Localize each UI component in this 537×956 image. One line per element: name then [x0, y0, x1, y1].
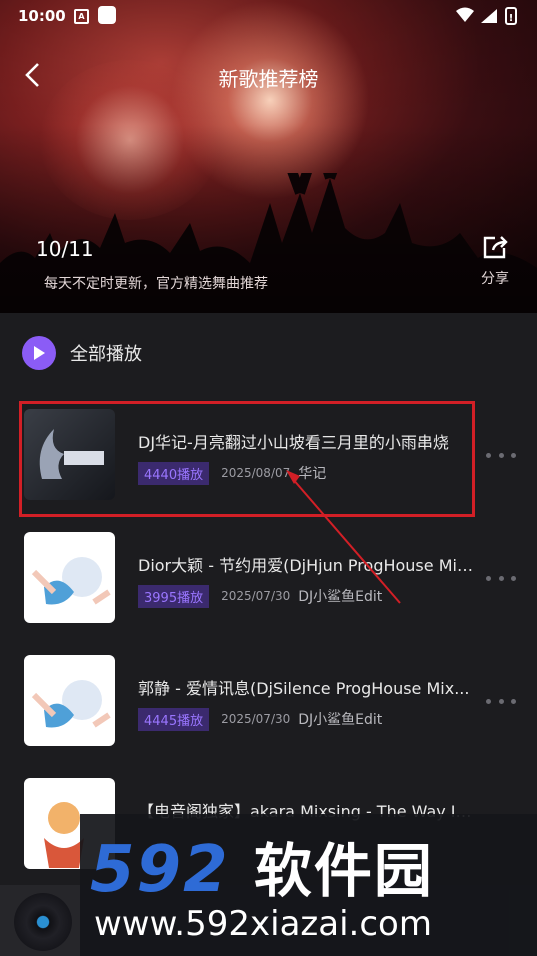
play-all-button[interactable]: 全部播放	[22, 333, 142, 373]
play-count-badge: 4445播放	[138, 707, 210, 731]
more-options-icon[interactable]	[486, 568, 516, 588]
more-options-icon[interactable]	[486, 445, 516, 465]
song-meta: 3995播放 2025/07/30 DJ小鲨鱼Edit	[138, 584, 383, 608]
hero-banner	[0, 0, 537, 313]
watermark-logo: 592 软件园	[90, 824, 434, 908]
status-icons: !	[455, 6, 521, 29]
song-date: 2025/07/30	[221, 589, 291, 603]
share-button[interactable]: 分享	[472, 234, 518, 288]
update-date: 10/11	[36, 237, 94, 261]
hero-shade	[0, 0, 537, 313]
song-row[interactable]: 郭静 - 爱情讯息(DjSilence ProgHouse Mix... 444…	[0, 639, 537, 762]
anime-girl-art-icon	[31, 680, 111, 728]
status-time: 10:00	[18, 7, 66, 25]
song-cover	[24, 655, 115, 746]
page-subtitle: 每天不定时更新，官方精选舞曲推荐	[44, 276, 268, 292]
more-options-icon[interactable]	[486, 691, 516, 711]
notification-icon: A	[74, 9, 89, 24]
play-all-label: 全部播放	[70, 344, 142, 365]
song-artist: DJ小鲨鱼Edit	[298, 712, 383, 728]
song-title: Dior大颖 - 节约用爱(DjHjun ProgHouse Mix...	[138, 556, 474, 575]
watermark: 592 软件园 www.592xiazai.com	[80, 814, 537, 956]
svg-text:!: !	[509, 13, 514, 24]
share-label: 分享	[481, 271, 509, 287]
song-title: 郭静 - 爱情讯息(DjSilence ProgHouse Mix...	[138, 679, 470, 698]
wifi-signal-battery-icon: !	[456, 6, 517, 25]
vinyl-disc-icon[interactable]	[14, 893, 72, 951]
page-title: 新歌推荐榜	[218, 67, 319, 91]
play-icon	[22, 336, 56, 370]
status-bar: 10:00 A !	[0, 0, 537, 32]
song-cover	[24, 532, 115, 623]
app-notification-icon	[98, 6, 116, 24]
song-row[interactable]: Dior大颖 - 节约用爱(DjHjun ProgHouse Mix... 39…	[0, 516, 537, 639]
watermark-url: www.592xiazai.com	[94, 904, 432, 944]
play-count-badge: 3995播放	[138, 584, 210, 608]
watermark-logo-text: 软件园	[253, 837, 434, 905]
song-date: 2025/07/30	[221, 712, 291, 726]
song-artist: DJ小鲨鱼Edit	[298, 589, 383, 605]
song-meta: 4445播放 2025/07/30 DJ小鲨鱼Edit	[138, 707, 383, 731]
highlight-box	[19, 401, 475, 517]
anime-girl-art-icon	[31, 557, 111, 605]
share-icon	[483, 236, 508, 259]
watermark-logo-number: 592	[90, 833, 230, 907]
